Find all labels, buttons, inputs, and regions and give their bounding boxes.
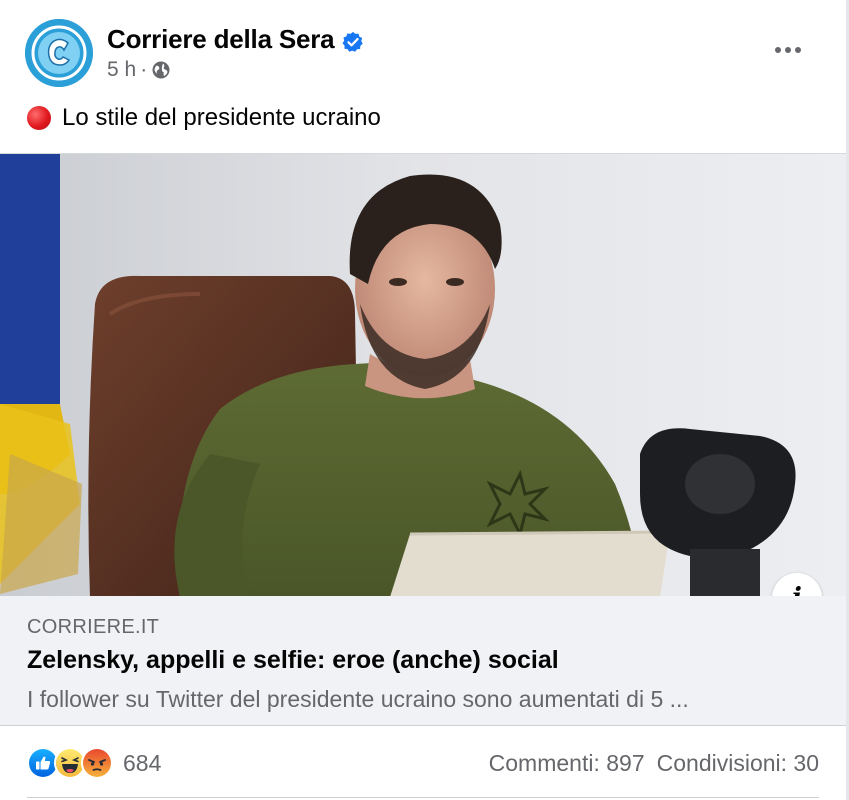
- page-avatar[interactable]: [25, 19, 93, 87]
- link-title: Zelensky, appelli e selfie: eroe (anche)…: [27, 646, 559, 674]
- verified-badge-icon: [342, 29, 364, 52]
- reaction-count: 684: [123, 749, 162, 776]
- divider: [27, 797, 819, 798]
- meta-separator: ·: [140, 58, 148, 81]
- comments-count-link[interactable]: Commenti: 897: [489, 750, 645, 777]
- corriere-logo-icon: [25, 19, 93, 87]
- shares-count-link[interactable]: Condivisioni: 30: [657, 750, 819, 777]
- link-domain: CORRIERE.IT: [27, 616, 160, 638]
- post-time[interactable]: 5 h: [107, 58, 136, 82]
- angry-icon: [81, 747, 113, 779]
- post-text: Lo stile del presidente ucraino: [27, 104, 381, 132]
- more-dot-icon: [795, 47, 801, 53]
- post-image[interactable]: [0, 153, 846, 596]
- post-card: Corriere della Sera 5 h · Lo stile del p…: [0, 0, 849, 800]
- more-options-button[interactable]: [768, 36, 808, 64]
- reactions-summary[interactable]: 684: [27, 747, 161, 779]
- page-name-link[interactable]: Corriere della Sera: [107, 24, 364, 55]
- red-circle-icon: [27, 106, 51, 130]
- president-photo: [0, 154, 846, 596]
- more-dot-icon: [775, 47, 781, 53]
- engagement-stats: Commenti: 897 Condivisioni: 30: [489, 750, 819, 777]
- link-description: I follower su Twitter del presidente ucr…: [27, 686, 689, 712]
- globe-icon[interactable]: [151, 60, 171, 80]
- post-text-content: Lo stile del presidente ucraino: [62, 104, 381, 131]
- post-meta: 5 h ·: [107, 58, 171, 82]
- link-preview[interactable]: CORRIERE.IT Zelensky, appelli e selfie: …: [0, 596, 846, 726]
- more-dot-icon: [785, 47, 791, 53]
- page-name: Corriere della Sera: [107, 24, 335, 54]
